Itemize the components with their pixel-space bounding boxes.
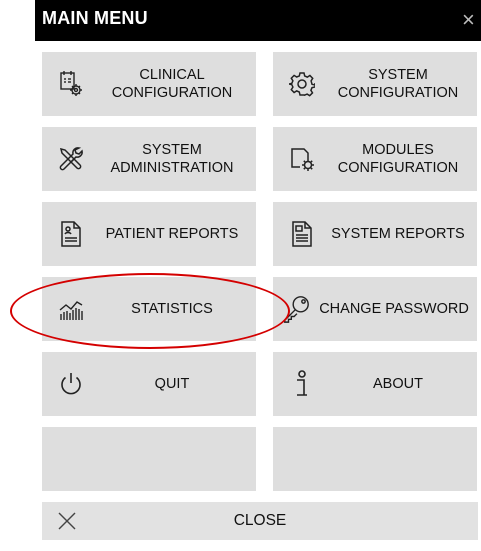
key-icon: [281, 294, 311, 324]
menu-title: MAIN MENU: [42, 8, 148, 28]
patient-reports-label: PATIENT REPORTS: [105, 226, 239, 242]
system-configuration-button[interactable]: SYSTEM CONFIGURATION: [273, 52, 477, 116]
clinical-config-icon: [56, 69, 86, 99]
empty-tile-right[interactable]: [273, 427, 477, 491]
statistics-button[interactable]: STATISTICS: [42, 277, 256, 341]
empty-tile-right-label: [325, 427, 471, 491]
modules-configuration-button[interactable]: MODULES CONFIGURATION: [273, 127, 477, 191]
power-icon: [56, 369, 86, 399]
modules-configuration-label: MODULES CONFIGURATION: [337, 142, 459, 176]
change-password-button[interactable]: CHANGE PASSWORD: [273, 277, 477, 341]
module-config-icon: [287, 144, 317, 174]
statistics-label: STATISTICS: [131, 301, 213, 317]
system-administration-button[interactable]: SYSTEM ADMINISTRATION: [42, 127, 256, 191]
quit-label: QUIT: [154, 376, 190, 392]
system-configuration-label: SYSTEM CONFIGURATION: [337, 67, 459, 101]
empty-tile-left[interactable]: [42, 427, 256, 491]
system-reports-label: SYSTEM REPORTS: [331, 226, 465, 242]
system-reports-button[interactable]: SYSTEM REPORTS: [273, 202, 477, 266]
clinical-configuration-button[interactable]: CLINICAL CONFIGURATION: [42, 52, 256, 116]
patient-reports-button[interactable]: PATIENT REPORTS: [42, 202, 256, 266]
about-label: ABOUT: [373, 376, 423, 392]
header-close-icon[interactable]: ×: [462, 9, 475, 31]
system-administration-label: SYSTEM ADMINISTRATION: [110, 142, 234, 176]
close-label: CLOSE: [233, 512, 287, 529]
about-button[interactable]: ABOUT: [273, 352, 477, 416]
clinical-configuration-label: CLINICAL CONFIGURATION: [111, 67, 233, 101]
system-report-icon: [287, 219, 317, 249]
empty-tile-left-label: [94, 427, 250, 491]
change-password-label: CHANGE PASSWORD: [319, 301, 469, 317]
patient-report-icon: [56, 219, 86, 249]
close-button[interactable]: CLOSE: [42, 502, 478, 540]
gear-icon: [287, 69, 317, 99]
info-icon: [287, 369, 317, 399]
statistics-icon: [56, 294, 86, 324]
tools-icon: [56, 144, 86, 174]
quit-button[interactable]: QUIT: [42, 352, 256, 416]
